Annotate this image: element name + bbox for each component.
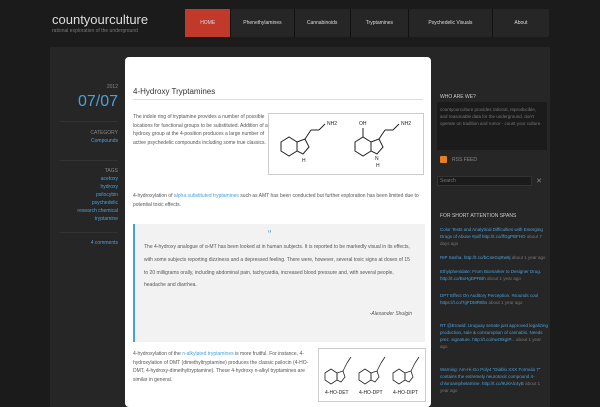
text: 4-hydroxylation of [133,193,174,199]
paragraph-2: 4-hydroxylation of alpha substituted try… [133,192,423,209]
tweet-item[interactable]: Color Tests and Analytical Difficulties … [440,226,548,247]
rss-icon[interactable] [440,156,447,163]
tweet-item[interactable]: RIP Sasha. http://t.co/bC4eGqRw8j about … [440,254,548,261]
search-input[interactable]: Search [437,176,532,186]
chem-label: NH2 [401,121,411,127]
tag-link[interactable]: research chemical [52,208,118,214]
tweet-item[interactable]: Warning: Am-Hi-Go Poly4 "Diablo XXX Form… [440,366,548,394]
paragraph-1: The indole ring of tryptamine provides a… [133,114,268,146]
tag-link[interactable]: psychedelic [52,200,118,206]
chem-label: 4-HO-DET [325,390,349,396]
tag-link[interactable]: tryptamine [52,216,118,222]
divider [60,160,118,161]
divider [60,121,118,122]
who-are-we-title: WHO ARE WE? [440,94,476,100]
tweet-text[interactable]: RIP Sasha. http://t.co/bC4eGqRw8j [440,255,510,260]
who-are-we-text: countyourculture provides rational, repr… [440,107,542,126]
chem-label: OH [359,121,367,127]
nav-home[interactable]: HOME [185,9,232,37]
quote-mark-icon: “ [268,229,272,240]
post-title[interactable]: 4-Hydroxy Tryptamines [133,87,215,96]
tags-title: TAGS [104,168,118,174]
tweet-time: about 1 year ago [487,276,521,281]
chem-label: NH2 [327,121,337,127]
tweet-item[interactable]: DPT Effect On Auditory Perception. #soun… [440,292,548,306]
comments-link[interactable]: 4 comments [52,240,118,246]
chem-label: N [375,156,379,162]
chem-label: 4-HO-DIPT [393,390,418,396]
text: 4-hydroxylation of the [133,351,183,357]
alkyl-tryptamines-structure-image: 4-HO-DET 4-HO-DPT 4-HO-DIPT [318,348,426,402]
search-clear-icon[interactable]: ✕ [534,177,544,186]
tweet-item[interactable]: Ethylphenidate: From Biomarker to Design… [440,268,548,282]
nav-phenethylamines[interactable]: Phenethylamines [231,9,295,37]
post-date: 07/07 [77,93,118,110]
tryptamine-structure-image: NH2 OH NH2 H N H [268,113,424,175]
site-tagline: rational exploration of the underground [52,28,138,34]
category-link[interactable]: Compounds [52,138,118,144]
divider [60,232,118,233]
nav-tryptamines[interactable]: Tryptamines [351,9,409,37]
site-title[interactable]: countyourculture [52,12,148,27]
paragraph-3: 4-hydroxylation of the n-alkylated trypt… [133,350,311,384]
post-year: 2012 [106,84,118,90]
chem-label: H [376,163,380,169]
alpha-tryptamines-link[interactable]: alpha substituted tryptamines [174,193,239,199]
quote-author: -Alexander Shulgin [369,311,412,317]
chem-label: 4-HO-DPT [359,390,383,396]
main-nav: HOME Phenethylamines Cannabinoids Trypta… [185,9,549,37]
tag-link[interactable]: acetoxy [52,176,118,182]
rss-feed-link[interactable]: RSS FEED [452,157,477,163]
tweet-time: about 1 year ago [511,255,546,260]
nav-about[interactable]: About [493,9,549,37]
title-rule [133,99,423,100]
tweet-item[interactable]: RT @Erowid: Uruguay senate just approved… [440,322,548,350]
tag-link[interactable]: psilocybin [52,192,118,198]
short-attention-title: FOR SHORT ATTENTION SPANS [440,213,517,219]
nav-psychedelic-visuals[interactable]: Psychedelic Visuals [409,9,493,37]
tag-link[interactable]: hydroxy [52,184,118,190]
n-alkylated-tryptamines-link[interactable]: n-alkylated tryptamines [182,351,233,357]
nav-cannabinoids[interactable]: Cannabinoids [295,9,351,37]
quote-text: The 4-hydroxy analogue of α-MT has been … [144,244,410,289]
category-title: CATEGORY [90,130,118,136]
chem-label: H [302,158,306,164]
tweet-time: about 1 year ago [488,300,523,305]
